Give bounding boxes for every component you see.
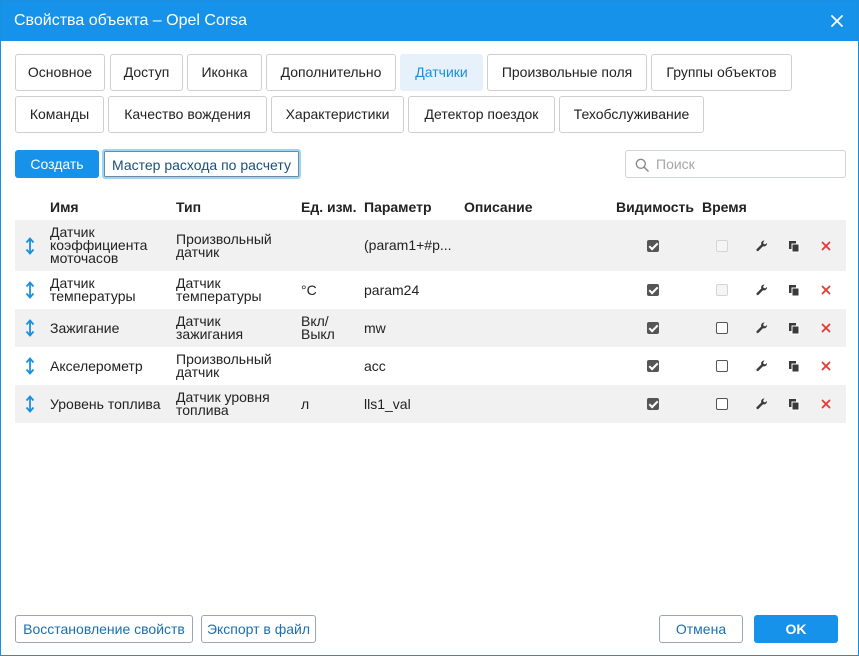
sensor-type-line: датчик (176, 364, 220, 380)
tab-driving-quality[interactable]: Качество вождения (108, 96, 267, 133)
sensor-type: Датчик зажигания (176, 314, 244, 342)
sensor-unit-line: Выкл (301, 326, 335, 342)
sensor-name-line: Уровень топлива (50, 395, 161, 412)
delete-x-icon[interactable] (818, 238, 834, 254)
copy-icon[interactable] (786, 358, 802, 374)
time-checkbox[interactable] (716, 398, 728, 410)
search-input[interactable] (654, 154, 839, 174)
create-button[interactable]: Создать (15, 150, 99, 178)
table-row[interactable]: Датчик температуры Датчик температуры °C para… (15, 271, 846, 309)
column-header-time[interactable]: Время (702, 199, 747, 215)
time-checkbox (716, 239, 728, 252)
sensor-type: Произвольный датчик (176, 232, 272, 260)
wrench-icon[interactable] (754, 396, 770, 412)
visibility-checkbox[interactable] (647, 322, 659, 334)
sensor-parameter: mw (364, 319, 386, 336)
table-row[interactable]: Датчик коэффициента моточасов Произвольный д… (15, 220, 846, 271)
close-icon[interactable] (826, 10, 848, 32)
drag-updown-icon[interactable] (24, 236, 36, 255)
time-checkbox (716, 284, 728, 296)
copy-icon[interactable] (786, 320, 802, 336)
sensor-type-line: зажигания (176, 326, 244, 342)
column-header-parameter[interactable]: Параметр (364, 199, 432, 215)
sensor-name-line: температуры (50, 288, 136, 304)
sensor-unit: Вкл/Выкл (301, 314, 335, 342)
delete-x-icon[interactable] (818, 320, 834, 336)
tab-commands[interactable]: Команды (15, 96, 104, 133)
ok-button[interactable]: OK (754, 615, 838, 643)
wrench-icon[interactable] (754, 282, 770, 298)
wrench-icon[interactable] (754, 358, 770, 374)
title-bar: Свойства объекта – Opel Corsa (1, 1, 858, 41)
sensor-type: Датчик уровня топлива (176, 390, 270, 418)
visibility-checkbox[interactable] (647, 239, 659, 252)
column-header-unit[interactable]: Ед. изм. (301, 199, 356, 215)
tab-dostup[interactable]: Доступ (110, 54, 183, 91)
object-properties-dialog: Свойства объекта – Opel Corsa Основное Д… (0, 0, 859, 656)
search-icon (635, 158, 649, 172)
tab-custom-fields[interactable]: Произвольные поля (487, 54, 647, 91)
wrench-icon[interactable] (754, 238, 770, 254)
sensor-type: Произвольный датчик (176, 352, 272, 380)
sensor-type-line: температуры (176, 288, 262, 304)
column-header-name[interactable]: Имя (50, 199, 79, 215)
cancel-button[interactable]: Отмена (659, 615, 743, 643)
table-row[interactable]: Уровень топлива Датчик уровня топлива л lls1… (15, 385, 846, 423)
column-header-description[interactable]: Описание (464, 199, 533, 215)
tab-datchiki[interactable]: Датчики (400, 54, 483, 91)
drag-updown-icon[interactable] (24, 281, 36, 299)
visibility-checkbox[interactable] (647, 284, 659, 296)
time-checkbox[interactable] (716, 322, 728, 334)
sensor-name-line: Зажигание (50, 319, 120, 336)
tab-object-groups[interactable]: Группы объектов (651, 54, 792, 91)
drag-updown-icon[interactable] (24, 357, 36, 375)
export-to-file-button[interactable]: Экспорт в файл (201, 615, 316, 643)
tab-trip-detector[interactable]: Детектор поездок (408, 96, 555, 133)
sensor-parameter: acc (364, 357, 386, 374)
delete-x-icon[interactable] (818, 396, 834, 412)
tab-dopolnitelno[interactable]: Дополнительно (266, 54, 396, 91)
sensor-type: Датчик температуры (176, 276, 262, 304)
copy-icon[interactable] (786, 282, 802, 298)
sensor-unit: °C (301, 281, 317, 298)
table-row[interactable]: Акселерометр Произвольный датчик acc (15, 347, 846, 385)
sensor-unit-line: л (301, 395, 310, 412)
tab-osnovnoe[interactable]: Основное (15, 54, 105, 91)
copy-icon[interactable] (786, 396, 802, 412)
visibility-checkbox[interactable] (647, 360, 659, 372)
restore-properties-button[interactable]: Восстановление свойств (15, 615, 193, 643)
delete-x-icon[interactable] (818, 358, 834, 374)
sensor-unit: л (301, 395, 310, 412)
column-header-visibility[interactable]: Видимость (616, 199, 694, 215)
sensor-name: Уровень топлива (50, 395, 161, 412)
table-row[interactable]: Зажигание Датчик зажигания Вкл/Выкл mw (15, 309, 846, 347)
sensor-name: Датчик температуры (50, 276, 136, 304)
sensor-type-line: топлива (176, 402, 229, 418)
sensor-parameter: (param1+#p... (364, 237, 452, 253)
tab-characteristics[interactable]: Характеристики (271, 96, 404, 133)
sensor-parameter: lls1_val (364, 395, 411, 412)
drag-updown-icon[interactable] (24, 319, 36, 337)
sensor-name: Зажигание (50, 319, 120, 336)
sensor-name: Акселерометр (50, 357, 143, 374)
tab-ikonka[interactable]: Иконка (187, 54, 262, 91)
consumption-wizard-button[interactable]: Мастер расхода по расчету (102, 149, 301, 179)
wrench-icon[interactable] (754, 320, 770, 336)
sensor-type-line: датчик (176, 243, 220, 260)
dialog-title: Свойства объекта – Opel Corsa (14, 12, 248, 29)
time-checkbox[interactable] (716, 360, 728, 372)
delete-x-icon[interactable] (818, 282, 834, 298)
sensor-parameter: param24 (364, 281, 420, 298)
drag-updown-icon[interactable] (24, 395, 36, 413)
sensor-name-line: моточасов (50, 250, 119, 266)
sensor-name-line: Акселерометр (50, 357, 143, 374)
visibility-checkbox[interactable] (647, 398, 659, 410)
sensor-name: Датчик коэффициента моточасов (50, 225, 147, 266)
tab-maintenance[interactable]: Техобслуживание (559, 96, 704, 133)
copy-icon[interactable] (786, 238, 802, 254)
column-header-type[interactable]: Тип (176, 199, 201, 215)
sensor-unit-line: °C (301, 281, 317, 298)
search-box (625, 150, 846, 178)
